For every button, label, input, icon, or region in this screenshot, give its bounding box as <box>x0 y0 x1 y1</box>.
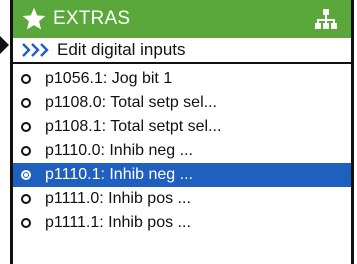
list-item-p1056-1[interactable]: p1056.1: Jog bit 1 <box>13 67 351 91</box>
list-item-label: p1111.1: Inhib pos ... <box>45 214 191 231</box>
radio-button[interactable] <box>21 98 31 108</box>
breadcrumb[interactable]: Edit digital inputs <box>13 38 351 64</box>
list-item-p1111-0[interactable]: p1111.0: Inhib pos ... <box>13 187 351 211</box>
list-item-label: p1110.0: Inhib neg ... <box>45 142 193 159</box>
list-item-label: p1111.0: Inhib pos ... <box>45 190 191 207</box>
subheader-title: Edit digital inputs <box>57 40 186 59</box>
radio-button[interactable] <box>21 194 31 204</box>
radio-button[interactable] <box>21 146 31 156</box>
radio-button-selected[interactable] <box>21 170 31 180</box>
parameter-list: p1056.1: Jog bit 1 p1108.0: Total setp s… <box>13 67 351 235</box>
list-item-label: p1056.1: Jog bit 1 <box>45 70 173 87</box>
double-chevron-right-icon <box>22 43 49 57</box>
radio-button[interactable] <box>21 122 31 132</box>
list-item-label: p1108.0: Total setp sel... <box>45 94 217 111</box>
page-title: EXTRAS <box>53 8 131 29</box>
list-item-label: p1110.1: Inhib neg ... <box>45 166 193 183</box>
radio-button[interactable] <box>21 218 31 228</box>
list-item-p1108-1[interactable]: p1108.1: Total setpt sel... <box>13 115 351 139</box>
pointer-arrow-icon <box>0 36 9 54</box>
list-item-p1108-0[interactable]: p1108.0: Total setp sel... <box>13 91 351 115</box>
tree-icon[interactable] <box>315 9 337 29</box>
list-item-p1110-0[interactable]: p1110.0: Inhib neg ... <box>13 139 351 163</box>
header-bar: EXTRAS <box>13 0 351 38</box>
list-item-p1110-1[interactable]: p1110.1: Inhib neg ... <box>13 163 351 187</box>
star-icon <box>22 7 46 30</box>
list-item-p1111-1[interactable]: p1111.1: Inhib pos ... <box>13 211 351 235</box>
extras-screen: EXTRAS Edit digital inputs p1056.1: Jog … <box>10 0 354 264</box>
list-item-label: p1108.1: Total setpt sel... <box>45 118 222 135</box>
radio-button[interactable] <box>21 74 31 84</box>
